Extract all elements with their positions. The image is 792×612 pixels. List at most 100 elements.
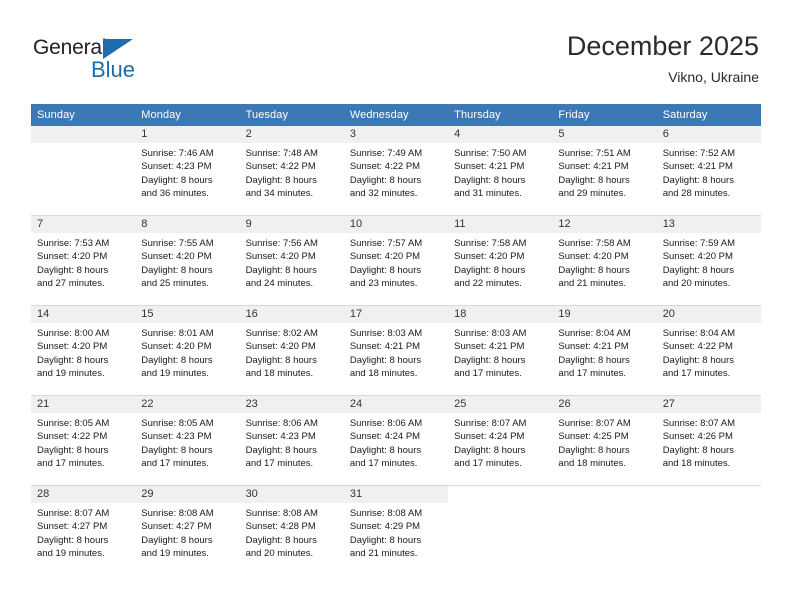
calendar-day-cell[interactable]: 12 Sunrise: 7:58 AM Sunset: 4:20 PM Dayligh…	[552, 215, 657, 306]
day-number	[448, 486, 552, 503]
calendar-day-cell[interactable]: 20 Sunrise: 8:04 AM Sunset: 4:22 PM Dayligh…	[656, 305, 761, 396]
calendar-day-cell[interactable]: 6 Sunrise: 7:52 AM Sunset: 4:21 PM Daylight…	[656, 126, 761, 216]
day-number: 14	[31, 306, 136, 323]
calendar-day-cell[interactable]: 13 Sunrise: 7:59 AM Sunset: 4:20 PM Dayligh…	[656, 215, 761, 306]
calendar-day-cell[interactable]: 30 Sunrise: 8:08 AM Sunset: 4:28 PM Dayligh…	[239, 485, 344, 575]
calendar-week-row: 7 Sunrise: 7:53 AM Sunset: 4:20 PM Daylight…	[31, 215, 761, 306]
calendar-day-cell[interactable]: 1 Sunrise: 7:46 AM Sunset: 4:23 PM Daylight…	[135, 126, 240, 216]
calendar-day-cell[interactable]: 9 Sunrise: 7:56 AM Sunset: 4:20 PM Daylight…	[239, 215, 344, 306]
day-number: 25	[448, 396, 553, 413]
daylight-text: Daylight: 8 hours	[454, 174, 526, 186]
daylight-text: and 17 minutes.	[141, 458, 209, 470]
day-cell-details: Sunrise: 8:08 AM Sunset: 4:28 PM Daylight:…	[240, 503, 344, 561]
calendar-page: General Blue December 2025 Vikno, Ukrain…	[0, 0, 792, 612]
calendar-day-cell[interactable]: 4 Sunrise: 7:50 AM Sunset: 4:21 PM Daylight…	[448, 126, 553, 216]
calendar-day-cell[interactable]	[31, 126, 136, 216]
calendar-table: Sunday Monday Tuesday Wednesday Thursday…	[31, 104, 761, 575]
sunset-text: Sunset: 4:25 PM	[558, 431, 629, 443]
day-number: 9	[239, 216, 344, 233]
calendar-day-cell[interactable]: 23 Sunrise: 8:06 AM Sunset: 4:23 PM Dayligh…	[239, 395, 344, 486]
calendar-day-cell[interactable]: 19 Sunrise: 8:04 AM Sunset: 4:21 PM Dayligh…	[552, 305, 657, 396]
day-cell-details: Sunrise: 8:08 AM Sunset: 4:27 PM Daylight:…	[135, 503, 239, 561]
daylight-text: and 32 minutes.	[349, 188, 418, 200]
sunset-text: Sunset: 4:29 PM	[349, 521, 421, 533]
sunset-text: Sunset: 4:28 PM	[245, 521, 316, 533]
sunrise-text: Sunrise: 8:00 AM	[37, 328, 110, 339]
calendar-day-cell[interactable]: 15 Sunrise: 8:01 AM Sunset: 4:20 PM Dayligh…	[135, 305, 240, 396]
calendar-day-cell[interactable]: 18 Sunrise: 8:03 AM Sunset: 4:21 PM Dayligh…	[448, 305, 553, 396]
sunset-text: Sunset: 4:20 PM	[662, 251, 733, 263]
daylight-text: and 17 minutes.	[558, 368, 627, 380]
calendar-day-cell[interactable]	[656, 485, 761, 575]
calendar-day-cell[interactable]: 24 Sunrise: 8:06 AM Sunset: 4:24 PM Dayligh…	[343, 395, 449, 486]
sunset-text: Sunset: 4:20 PM	[349, 251, 421, 263]
calendar-day-cell[interactable]: 21 Sunrise: 8:05 AM Sunset: 4:22 PM Dayligh…	[31, 395, 136, 486]
day-number: 5	[552, 126, 657, 143]
daylight-text: Daylight: 8 hours	[141, 444, 213, 456]
sunrise-text: Sunrise: 8:08 AM	[349, 508, 423, 519]
daylight-text: Daylight: 8 hours	[245, 444, 317, 456]
calendar-day-cell[interactable]: 27 Sunrise: 8:07 AM Sunset: 4:26 PM Dayligh…	[656, 395, 761, 486]
sunset-text: Sunset: 4:22 PM	[245, 161, 316, 173]
sunset-text: Sunset: 4:20 PM	[245, 251, 316, 263]
daylight-text: and 17 minutes.	[37, 458, 105, 470]
day-number: 23	[239, 396, 344, 413]
daylight-text: and 27 minutes.	[37, 278, 105, 290]
day-cell-content: 11 Sunrise: 7:58 AM Sunset: 4:20 PM Dayligh…	[448, 216, 553, 305]
calendar-day-cell[interactable]: 3 Sunrise: 7:49 AM Sunset: 4:22 PM Daylight…	[343, 126, 449, 216]
daylight-text: and 20 minutes.	[662, 278, 731, 290]
daylight-text: and 21 minutes.	[349, 548, 418, 560]
day-cell-details: Sunrise: 8:07 AM Sunset: 4:25 PM Daylight:…	[552, 413, 656, 471]
day-number: 6	[656, 126, 761, 143]
calendar-day-cell[interactable]: 25 Sunrise: 8:07 AM Sunset: 4:24 PM Dayligh…	[448, 395, 553, 486]
calendar-day-cell[interactable]: 29 Sunrise: 8:08 AM Sunset: 4:27 PM Dayligh…	[135, 485, 240, 575]
calendar-day-cell[interactable]: 5 Sunrise: 7:51 AM Sunset: 4:21 PM Daylight…	[552, 126, 657, 216]
calendar-day-cell[interactable]: 31 Sunrise: 8:08 AM Sunset: 4:29 PM Dayligh…	[343, 485, 449, 575]
day-number	[657, 486, 761, 503]
calendar-day-cell[interactable]: 28 Sunrise: 8:07 AM Sunset: 4:27 PM Dayligh…	[31, 485, 136, 575]
sunrise-text: Sunrise: 8:05 AM	[141, 418, 214, 429]
day-cell-details: Sunrise: 7:50 AM Sunset: 4:21 PM Daylight:…	[448, 143, 552, 201]
calendar-day-cell[interactable]: 14 Sunrise: 8:00 AM Sunset: 4:20 PM Dayligh…	[31, 305, 136, 396]
calendar-day-cell[interactable]: 26 Sunrise: 8:07 AM Sunset: 4:25 PM Dayligh…	[552, 395, 657, 486]
day-cell-content: 4 Sunrise: 7:50 AM Sunset: 4:21 PM Daylight…	[448, 126, 553, 215]
sunrise-text: Sunrise: 8:02 AM	[245, 328, 318, 339]
calendar-week-row: 21 Sunrise: 8:05 AM Sunset: 4:22 PM Dayligh…	[31, 395, 761, 486]
day-cell-details: Sunrise: 8:07 AM Sunset: 4:27 PM Daylight:…	[31, 503, 135, 561]
day-number: 15	[135, 306, 240, 323]
calendar-day-cell[interactable]: 10 Sunrise: 7:57 AM Sunset: 4:20 PM Dayligh…	[343, 215, 449, 306]
day-cell-details: Sunrise: 7:56 AM Sunset: 4:20 PM Daylight:…	[240, 233, 344, 291]
calendar-day-cell[interactable]: 7 Sunrise: 7:53 AM Sunset: 4:20 PM Daylight…	[31, 215, 136, 306]
daylight-text: and 21 minutes.	[558, 278, 627, 290]
daylight-text: and 18 minutes.	[558, 458, 627, 470]
calendar-day-cell[interactable]	[448, 485, 553, 575]
calendar-day-cell[interactable]: 8 Sunrise: 7:55 AM Sunset: 4:20 PM Daylight…	[135, 215, 240, 306]
calendar-day-cell[interactable]: 2 Sunrise: 7:48 AM Sunset: 4:22 PM Daylight…	[239, 126, 344, 216]
day-cell-content: 21 Sunrise: 8:05 AM Sunset: 4:22 PM Dayligh…	[31, 396, 136, 485]
daylight-text: Daylight: 8 hours	[141, 174, 213, 186]
daylight-text: Daylight: 8 hours	[245, 174, 317, 186]
day-number: 20	[656, 306, 761, 323]
calendar-body: 1 Sunrise: 7:46 AM Sunset: 4:23 PM Daylight…	[31, 126, 761, 575]
day-cell-content: 20 Sunrise: 8:04 AM Sunset: 4:22 PM Dayligh…	[656, 306, 761, 395]
daylight-text: and 23 minutes.	[349, 278, 418, 290]
day-cell-details: Sunrise: 8:06 AM Sunset: 4:24 PM Daylight:…	[344, 413, 448, 471]
calendar-day-cell[interactable]: 22 Sunrise: 8:05 AM Sunset: 4:23 PM Dayligh…	[135, 395, 240, 486]
day-number	[552, 486, 656, 503]
calendar-day-cell[interactable]	[552, 485, 657, 575]
sunset-text: Sunset: 4:21 PM	[454, 341, 525, 353]
sunset-text: Sunset: 4:21 PM	[558, 161, 629, 173]
sunset-text: Sunset: 4:20 PM	[245, 341, 316, 353]
calendar-day-cell[interactable]: 17 Sunrise: 8:03 AM Sunset: 4:21 PM Dayligh…	[343, 305, 449, 396]
daylight-text: and 18 minutes.	[245, 368, 314, 380]
general-blue-logo[interactable]: General Blue	[33, 36, 163, 84]
calendar-day-cell[interactable]: 16 Sunrise: 8:02 AM Sunset: 4:20 PM Dayligh…	[239, 305, 344, 396]
day-number: 4	[448, 126, 553, 143]
sunset-text: Sunset: 4:20 PM	[37, 341, 108, 353]
sunset-text: Sunset: 4:23 PM	[141, 431, 212, 443]
calendar-day-cell[interactable]: 11 Sunrise: 7:58 AM Sunset: 4:20 PM Dayligh…	[448, 215, 553, 306]
day-cell-content	[657, 486, 761, 575]
day-number: 2	[239, 126, 344, 143]
day-cell-details: Sunrise: 8:03 AM Sunset: 4:21 PM Daylight:…	[344, 323, 448, 381]
day-cell-content: 3 Sunrise: 7:49 AM Sunset: 4:22 PM Daylight…	[343, 126, 449, 215]
